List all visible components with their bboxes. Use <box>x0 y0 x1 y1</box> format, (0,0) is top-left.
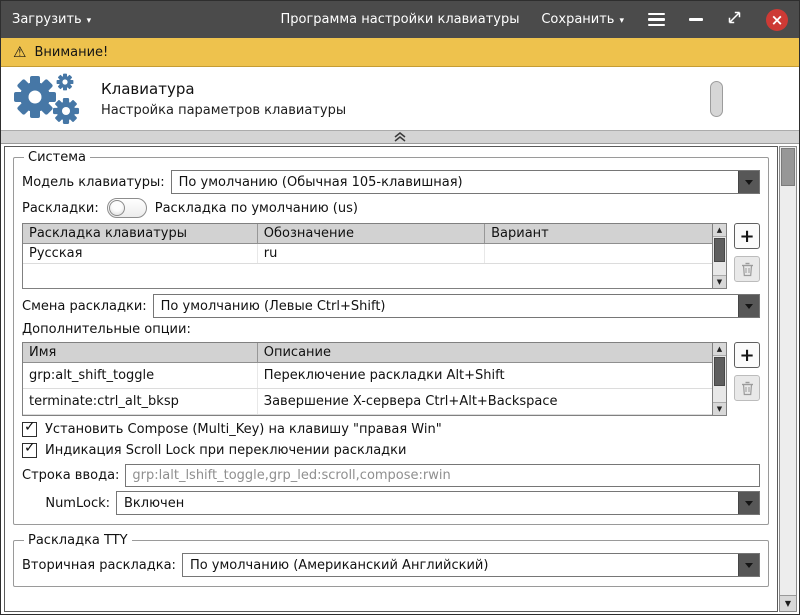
switch-method-select[interactable]: По умолчанию (Левые Ctrl+Shift) <box>153 294 760 318</box>
table-cell[interactable]: Завершение X-сервера Ctrl+Alt+Backspace <box>257 389 712 415</box>
default-layout-toggle[interactable] <box>107 198 147 218</box>
table-cell[interactable]: terminate:ctrl_alt_bksp <box>23 389 257 415</box>
numlock-value: Включен <box>117 496 738 511</box>
scroll-up-icon[interactable]: ▲ <box>713 224 726 237</box>
delete-layout-button[interactable] <box>734 256 760 282</box>
warning-text: Внимание! <box>34 45 108 60</box>
close-icon: × <box>771 11 784 29</box>
main-scrollbar[interactable]: ▼ <box>779 146 797 612</box>
hamburger-menu-icon[interactable] <box>648 13 665 27</box>
options-table: ИмяОписаниеgrp:alt_shift_toggleПереключе… <box>23 343 712 415</box>
close-button[interactable]: × <box>766 9 788 31</box>
options-table-scrollbar[interactable]: ▲ ▼ <box>712 343 726 415</box>
column-header[interactable]: Обозначение <box>257 224 484 244</box>
table-cell[interactable] <box>485 244 712 264</box>
app-window: Загрузить ▾ Программа настройки клавиату… <box>0 0 800 615</box>
input-string-field[interactable] <box>125 464 760 487</box>
layouts-table-container: Раскладка клавиатурыОбозначениеВариантРу… <box>22 223 727 289</box>
toggle-knob <box>109 200 125 216</box>
scrollbar-track[interactable] <box>713 237 726 275</box>
keyboard-model-select[interactable]: По умолчанию (Обычная 105-клавишная) <box>171 170 760 194</box>
table-cell[interactable]: Переключение раскладки Alt+Shift <box>257 363 712 389</box>
load-menu-label: Загрузить <box>12 12 82 27</box>
scrolllock-checkbox-label: Индикация Scroll Lock при переключении р… <box>45 443 406 458</box>
gears-icon <box>9 70 87 128</box>
switch-method-value: По умолчанию (Левые Ctrl+Shift) <box>154 299 738 314</box>
input-string-label: Строка ввода: <box>22 468 119 483</box>
dropdown-arrow-icon[interactable] <box>738 492 759 514</box>
scrollbar-track[interactable] <box>713 356 726 402</box>
main-scrollbar-track[interactable] <box>780 187 796 595</box>
layouts-table-scrollbar[interactable]: ▲ ▼ <box>712 224 726 288</box>
scrollbar-thumb[interactable] <box>714 238 725 262</box>
secondary-layout-label: Вторичная раскладка: <box>22 558 176 573</box>
scroll-up-icon[interactable]: ▲ <box>713 343 726 356</box>
load-menu-button[interactable]: Загрузить ▾ <box>12 12 91 27</box>
table-cell[interactable]: ru <box>257 244 484 264</box>
page-title: Клавиатура <box>101 80 346 98</box>
delete-option-button[interactable] <box>734 375 760 401</box>
window-title: Программа настройки клавиатуры <box>280 12 519 27</box>
secondary-layout-value: По умолчанию (Американский Английский) <box>183 558 738 573</box>
switch-method-label: Смена раскладки: <box>22 299 147 314</box>
page-subtitle: Настройка параметров клавиатуры <box>101 103 346 118</box>
keyboard-model-value: По умолчанию (Обычная 105-клавишная) <box>172 175 738 190</box>
trash-icon <box>741 381 754 396</box>
main-scrollbar-thumb[interactable] <box>781 148 795 186</box>
check-icon: ✓ <box>24 440 36 456</box>
caret-down-icon: ▾ <box>619 16 624 26</box>
module-header: Клавиатура Настройка параметров клавиату… <box>1 67 799 130</box>
scrollbar-thumb[interactable] <box>714 357 725 386</box>
default-layout-caption: Раскладка по умолчанию (us) <box>155 201 358 216</box>
expand-icon[interactable] <box>727 10 742 29</box>
save-menu-button[interactable]: Сохранить ▾ <box>541 12 624 27</box>
column-header[interactable]: Имя <box>23 343 257 363</box>
settings-panel: Система Модель клавиатуры: По умолчанию … <box>4 146 778 612</box>
tty-group: Раскладка TTY Вторичная раскладка: По ум… <box>13 533 769 587</box>
collapse-bar[interactable] <box>1 130 799 144</box>
minimize-icon[interactable] <box>689 18 703 21</box>
table-cell[interactable]: Русская <box>23 244 257 264</box>
scroll-down-icon[interactable]: ▼ <box>713 275 726 288</box>
system-group: Система Модель клавиатуры: По умолчанию … <box>13 150 769 525</box>
main-scroll-down-icon[interactable]: ▼ <box>780 595 796 611</box>
extra-options-label: Дополнительные опции: <box>22 322 191 337</box>
collapse-chevron-icon <box>392 132 408 142</box>
titlebar: Загрузить ▾ Программа настройки клавиату… <box>1 1 799 38</box>
caret-down-icon: ▾ <box>87 16 92 26</box>
warning-bar: ⚠ Внимание! <box>1 38 799 67</box>
add-option-button[interactable]: + <box>734 342 760 368</box>
column-header[interactable]: Описание <box>257 343 712 363</box>
compose-checkbox-row[interactable]: ✓ Установить Compose (Multi_Key) на клав… <box>22 422 760 437</box>
layouts-table: Раскладка клавиатурыОбозначениеВариантРу… <box>23 224 712 264</box>
layouts-label: Раскладки: <box>22 201 99 216</box>
trash-icon <box>741 262 754 277</box>
dropdown-arrow-icon[interactable] <box>738 554 759 576</box>
tty-group-legend: Раскладка TTY <box>24 533 132 548</box>
scrolllock-checkbox-row[interactable]: ✓ Индикация Scroll Lock при переключении… <box>22 443 760 458</box>
check-icon: ✓ <box>24 419 36 435</box>
system-group-legend: Система <box>24 150 90 165</box>
keyboard-model-label: Модель клавиатуры: <box>22 175 165 190</box>
header-scrollbar-thumb[interactable] <box>710 81 723 117</box>
column-header[interactable]: Раскладка клавиатуры <box>23 224 257 244</box>
table-row[interactable]: terminate:ctrl_alt_bkspЗавершение X-серв… <box>23 389 712 415</box>
table-cell[interactable]: grp:alt_shift_toggle <box>23 363 257 389</box>
scrolllock-checkbox[interactable]: ✓ <box>22 443 37 458</box>
column-header[interactable]: Вариант <box>485 224 712 244</box>
dropdown-arrow-icon[interactable] <box>738 295 759 317</box>
warning-icon: ⚠ <box>13 43 26 61</box>
numlock-select[interactable]: Включен <box>116 491 760 515</box>
table-row[interactable]: grp:alt_shift_toggleПереключение расклад… <box>23 363 712 389</box>
numlock-label: NumLock: <box>22 496 110 511</box>
secondary-layout-select[interactable]: По умолчанию (Американский Английский) <box>182 553 760 577</box>
compose-checkbox[interactable]: ✓ <box>22 422 37 437</box>
options-table-container: ИмяОписаниеgrp:alt_shift_toggleПереключе… <box>22 342 727 416</box>
dropdown-arrow-icon[interactable] <box>738 171 759 193</box>
add-layout-button[interactable]: + <box>734 223 760 249</box>
table-row[interactable]: Русскаяru <box>23 244 712 264</box>
save-menu-label: Сохранить <box>541 12 614 27</box>
scroll-down-icon[interactable]: ▼ <box>713 402 726 415</box>
compose-checkbox-label: Установить Compose (Multi_Key) на клавиш… <box>45 422 442 437</box>
